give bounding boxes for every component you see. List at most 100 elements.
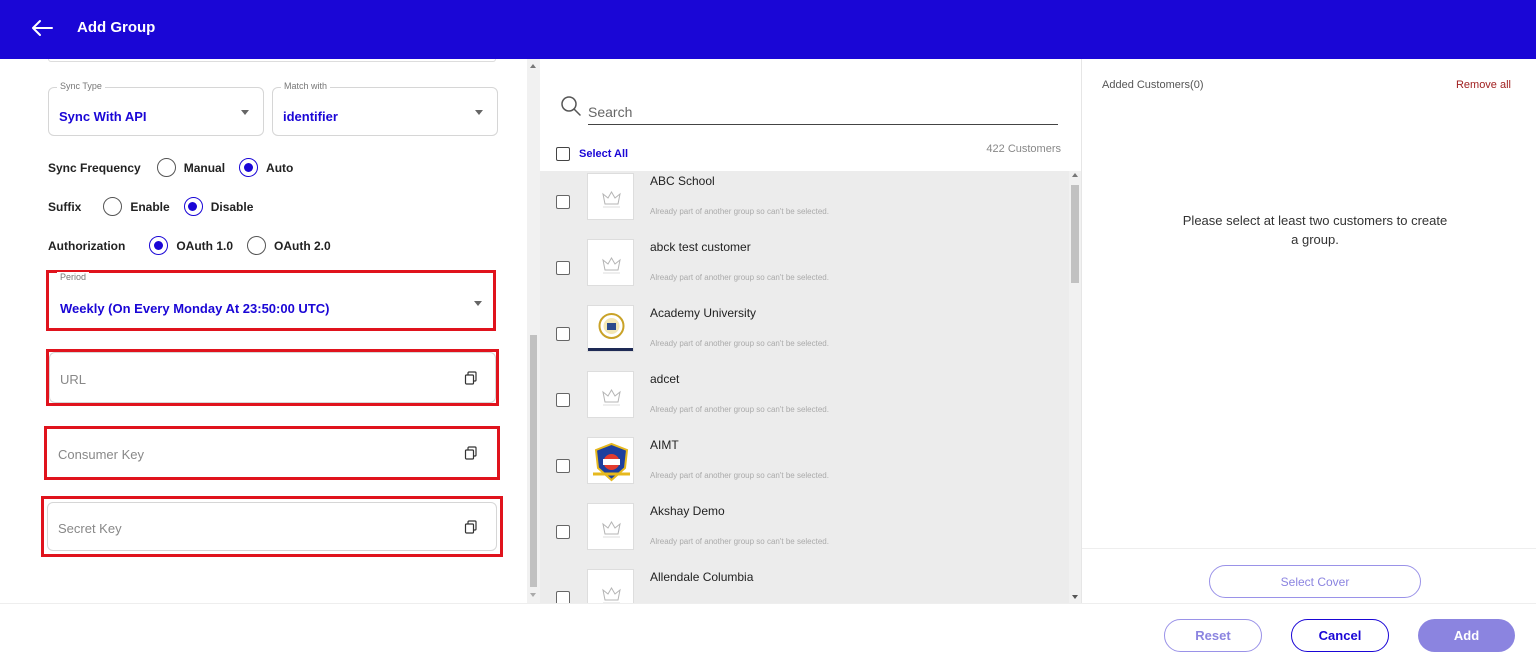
list-item[interactable]: ABC School Already part of another group…: [540, 171, 1069, 237]
empty-state-message: Please select at least two customers to …: [1182, 213, 1448, 247]
url-placeholder: URL: [60, 372, 87, 387]
radio-label: Disable: [210, 199, 254, 214]
list-item[interactable]: Akshay Demo Already part of another grou…: [540, 501, 1069, 567]
select-cover-button[interactable]: Select Cover: [1209, 565, 1421, 598]
aimt-shield-icon: [587, 437, 634, 484]
customer-name: ABC School: [650, 174, 715, 188]
select-all[interactable]: Select All: [556, 147, 628, 161]
period-legend: Period: [57, 272, 90, 282]
consumer-key-input[interactable]: Consumer Key: [47, 429, 497, 477]
arrow-left-icon[interactable]: [28, 14, 56, 42]
crown-placeholder-icon: [587, 239, 634, 286]
crown-placeholder-icon: [587, 569, 634, 603]
period-select[interactable]: Period Weekly (On Every Monday At 23:50:…: [49, 272, 493, 327]
match-with-value: identifier: [283, 109, 338, 124]
row-checkbox[interactable]: [556, 393, 570, 407]
remove-all-link[interactable]: Remove all: [1456, 79, 1511, 91]
footer-actions: Reset Cancel Add: [0, 603, 1536, 662]
row-checkbox[interactable]: [556, 459, 570, 473]
radio-label: Auto: [266, 160, 294, 175]
customer-name: AIMT: [650, 438, 679, 452]
select-all-checkbox[interactable]: [556, 147, 570, 161]
divider: [1082, 548, 1536, 549]
radio-label: Manual: [183, 160, 226, 175]
row-checkbox[interactable]: [556, 525, 570, 539]
customer-name: adcet: [650, 372, 680, 386]
radio-auto[interactable]: Auto: [239, 158, 293, 177]
chevron-down-icon: [475, 110, 483, 115]
academy-emblem-icon: [587, 305, 634, 352]
period-value: Weekly (On Every Monday At 23:50:00 UTC): [60, 301, 330, 316]
radio-disable[interactable]: Disable: [183, 197, 254, 216]
added-customers-title: Added Customers(0): [1102, 79, 1204, 91]
match-with-select[interactable]: Match with identifier: [272, 81, 498, 136]
customer-note: Already part of another group so can't b…: [650, 537, 829, 546]
scroll-up-icon[interactable]: [530, 64, 536, 68]
radio-circle-selected[interactable]: [149, 236, 169, 255]
scrollbar-thumb[interactable]: [530, 335, 537, 587]
crown-placeholder-icon: [587, 371, 634, 418]
authorization-group: Authorization OAuth 1.0 OAuth 2.0: [48, 236, 345, 255]
scroll-up-icon[interactable]: [1072, 173, 1078, 177]
copy-icon[interactable]: [464, 371, 478, 385]
page-title: Add Group: [77, 19, 156, 36]
customer-note: Already part of another group so can't b…: [650, 405, 829, 414]
customer-note: Already part of another group so can't b…: [650, 339, 829, 348]
sync-frequency-group: Sync Frequency Manual Auto: [48, 158, 307, 177]
reset-button[interactable]: Reset: [1164, 619, 1262, 652]
radio-label: OAuth 2.0: [274, 238, 331, 253]
row-checkbox[interactable]: [556, 327, 570, 341]
sync-type-select[interactable]: Sync Type Sync With API: [48, 81, 264, 136]
sync-type-legend: Sync Type: [57, 81, 105, 91]
sync-type-value: Sync With API: [59, 109, 147, 124]
radio-circle[interactable]: [247, 236, 266, 255]
radio-label: Enable: [130, 199, 170, 214]
scroll-down-icon[interactable]: [530, 593, 536, 597]
copy-icon[interactable]: [464, 520, 478, 534]
sync-frequency-label: Sync Frequency: [48, 160, 141, 175]
url-input[interactable]: URL: [49, 352, 496, 403]
customer-name: Academy University: [650, 306, 757, 320]
copy-icon[interactable]: [464, 446, 478, 460]
chevron-down-icon: [474, 301, 482, 306]
consumer-key-placeholder: Consumer Key: [58, 447, 144, 462]
list-item[interactable]: Allendale Columbia: [540, 567, 1069, 603]
customer-note: Already part of another group so can't b…: [650, 273, 829, 282]
radio-circle[interactable]: [156, 158, 176, 177]
previous-field-edge: [48, 59, 496, 62]
add-button[interactable]: Add: [1418, 619, 1515, 652]
customer-name: Allendale Columbia: [650, 570, 754, 584]
radio-oauth1[interactable]: OAuth 1.0: [149, 236, 233, 255]
customer-name: abck test customer: [650, 240, 751, 254]
customer-list: ABC School Already part of another group…: [540, 171, 1069, 603]
list-item[interactable]: Academy University Already part of anoth…: [540, 303, 1069, 369]
customer-note: Already part of another group so can't b…: [650, 207, 829, 216]
form-scrollbar[interactable]: [527, 59, 540, 603]
cancel-button[interactable]: Cancel: [1291, 619, 1389, 652]
authorization-label: Authorization: [48, 238, 126, 253]
match-with-legend: Match with: [281, 81, 331, 91]
customer-count: 422 Customers: [986, 143, 1061, 155]
added-customers-panel: Added Customers(0) Remove all Please sel…: [1081, 59, 1536, 603]
radio-oauth2[interactable]: OAuth 2.0: [247, 236, 331, 255]
search-input[interactable]: [588, 99, 1058, 125]
scrollbar-thumb[interactable]: [1071, 185, 1079, 283]
suffix-group: Suffix Enable Disable: [48, 197, 267, 216]
customer-list-scrollbar[interactable]: [1069, 171, 1081, 603]
radio-manual[interactable]: Manual: [156, 158, 226, 177]
radio-circle-selected[interactable]: [239, 158, 259, 177]
radio-circle[interactable]: [103, 197, 123, 216]
list-item[interactable]: AIMT Already part of another group so ca…: [540, 435, 1069, 501]
scroll-down-icon[interactable]: [1072, 595, 1078, 599]
chevron-down-icon: [241, 110, 249, 115]
radio-enable[interactable]: Enable: [103, 197, 170, 216]
list-item[interactable]: adcet Already part of another group so c…: [540, 369, 1069, 435]
row-checkbox[interactable]: [556, 261, 570, 275]
row-checkbox[interactable]: [556, 195, 570, 209]
top-bar: Add Group: [0, 0, 1536, 59]
group-form-panel: Sync Type Sync With API Match with ident…: [0, 59, 527, 603]
radio-circle-selected[interactable]: [183, 197, 203, 216]
secret-key-input[interactable]: Secret Key: [47, 502, 497, 551]
list-item[interactable]: abck test customer Already part of anoth…: [540, 237, 1069, 303]
row-checkbox[interactable]: [556, 591, 570, 603]
